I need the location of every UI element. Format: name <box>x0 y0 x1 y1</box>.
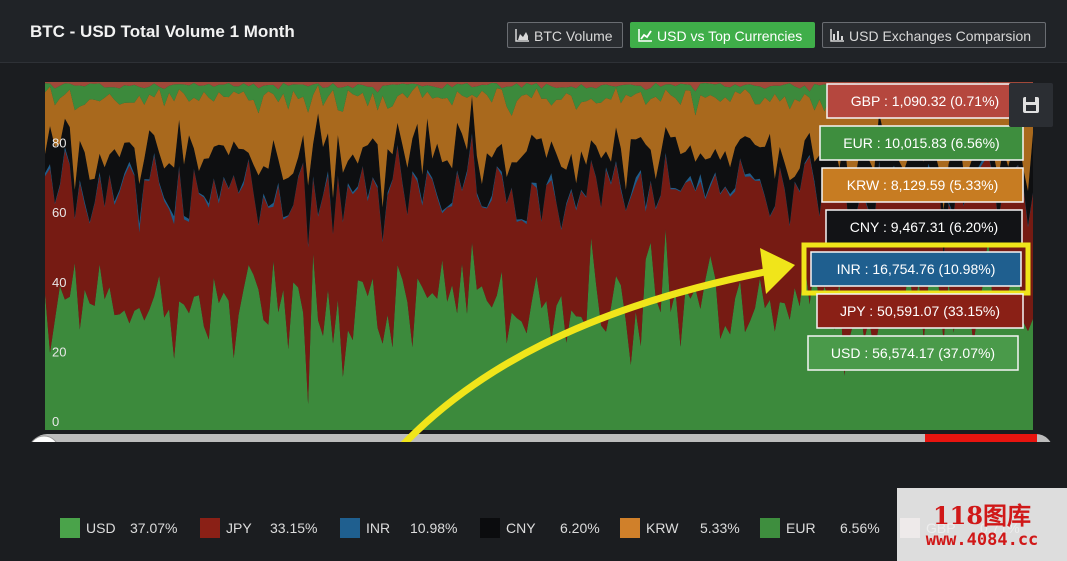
legend-percent: 33.15% <box>270 520 318 536</box>
legend-percent: 6.20% <box>560 520 600 536</box>
tab-usd-vs-top-currencies[interactable]: USD vs Top Currencies <box>630 22 815 48</box>
tooltip-text: CNY : 9,467.31 (6.20%) <box>850 219 998 235</box>
tab-usd-exchanges-comparsion[interactable]: USD Exchanges Comparsion <box>822 22 1046 48</box>
range-navigator-track[interactable] <box>30 434 1053 442</box>
legend-percent: 5.33% <box>700 520 740 536</box>
legend-swatch <box>760 518 780 538</box>
tooltip-cny: CNY : 9,467.31 (6.20%) <box>825 209 1023 245</box>
legend-name: INR <box>366 520 391 536</box>
range-end-label-box[interactable] <box>925 434 1037 442</box>
tooltip-text: GBP : 1,090.32 (0.71%) <box>851 93 999 109</box>
floppy-disk-icon <box>1023 97 1039 113</box>
tooltip-text: JPY : 50,591.07 (33.15%) <box>840 303 1000 319</box>
legend-percent: 37.07% <box>130 520 178 536</box>
tooltip-text: KRW : 8,129.59 (5.33%) <box>847 177 998 193</box>
legend-name: JPY <box>226 520 252 536</box>
legend-name: USD <box>86 520 116 536</box>
chart-title: BTC - USD Total Volume 1 Month <box>30 22 295 41</box>
legend-percent: 10.98% <box>410 520 458 536</box>
watermark-top-text: 118图库 <box>932 501 1032 530</box>
watermark: 118图库 www.4084.cc <box>897 488 1067 561</box>
area-chart-icon <box>515 29 529 42</box>
y-tick-label: 80 <box>52 136 66 151</box>
tooltip-text: INR : 16,754.76 (10.98%) <box>837 261 996 277</box>
y-tick-label: 60 <box>52 205 66 220</box>
chart-canvas: 020406080 May 19May 22May 25May 28May 31… <box>30 82 1053 442</box>
tab-btc-volume-label: BTC Volume <box>534 28 613 44</box>
watermark-bottom-text: www.4084.cc <box>925 530 1039 550</box>
tooltip-jpy: JPY : 50,591.07 (33.15%) <box>816 293 1024 329</box>
legend-percent: 6.56% <box>840 520 880 536</box>
legend-name: CNY <box>506 520 536 536</box>
y-tick-label: 0 <box>52 414 59 429</box>
chart-header: BTC - USD Total Volume 1 Month BTC Volum… <box>0 0 1067 63</box>
legend-swatch <box>60 518 80 538</box>
legend-name: EUR <box>786 520 816 536</box>
line-chart-icon <box>638 29 652 42</box>
tooltip-inr: INR : 16,754.76 (10.98%) <box>810 251 1022 287</box>
bar-chart-icon <box>830 29 844 42</box>
tab-usd-vs-top-currencies-label: USD vs Top Currencies <box>657 28 803 44</box>
tab-btc-volume[interactable]: BTC Volume <box>507 22 623 48</box>
y-tick-label: 20 <box>52 344 66 359</box>
legend-swatch <box>620 518 640 538</box>
tooltip-krw: KRW : 8,129.59 (5.33%) <box>821 167 1024 203</box>
stacked-area-chart: 020406080 May 19May 22May 25May 28May 31… <box>0 62 1067 442</box>
tooltip-gbp: GBP : 1,090.32 (0.71%) <box>826 83 1024 119</box>
tooltip-text: EUR : 10,015.83 (6.56%) <box>843 135 999 151</box>
legend-name: KRW <box>646 520 679 536</box>
tooltip-eur: EUR : 10,015.83 (6.56%) <box>819 125 1024 161</box>
tooltip-text: USD : 56,574.17 (37.07%) <box>831 345 995 361</box>
tab-usd-exchanges-comparsion-label: USD Exchanges Comparsion <box>849 28 1032 44</box>
legend-swatch <box>200 518 220 538</box>
save-chart-button[interactable] <box>1009 83 1053 127</box>
legend-swatch <box>340 518 360 538</box>
y-tick-label: 40 <box>52 275 66 290</box>
legend-swatch <box>480 518 500 538</box>
tooltip-usd: USD : 56,574.17 (37.07%) <box>807 335 1019 371</box>
